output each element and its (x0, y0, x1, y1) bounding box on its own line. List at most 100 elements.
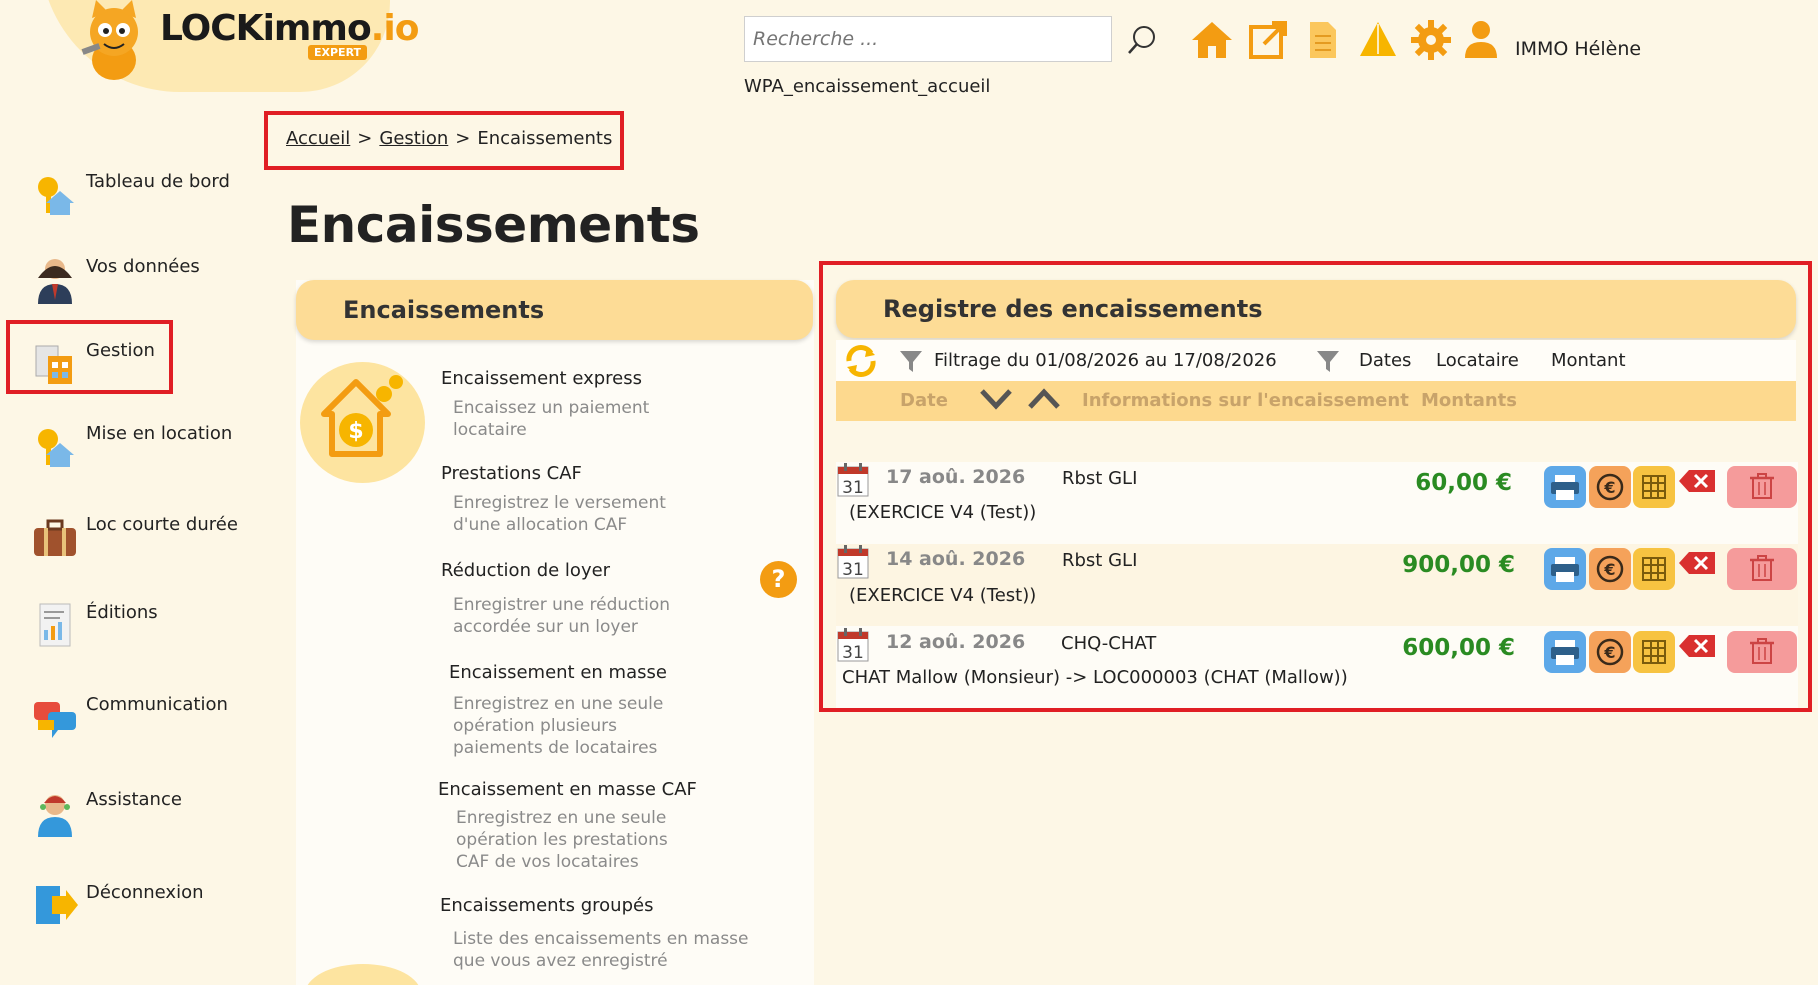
brand-name[interactable]: LOCKimmo.io (160, 8, 419, 49)
register-panel-header: Registre des encaissements (836, 280, 1796, 338)
menu-item-desc: Encaissez un paiement locataire (453, 398, 650, 440)
delete-button[interactable] (1727, 466, 1797, 508)
menu-item-desc: Enregistrer une réduction accordée sur u… (453, 595, 671, 637)
print-button[interactable] (1544, 548, 1586, 590)
filter-dates[interactable]: Dates (1359, 350, 1411, 371)
menu-item-bulk-caf[interactable]: Encaissement en masse CAF (438, 779, 697, 800)
grid-button[interactable] (1633, 466, 1675, 508)
grid-button[interactable] (1633, 631, 1675, 673)
trash-icon (1750, 473, 1774, 499)
sidebar-item-label: Éditions (86, 602, 158, 623)
sidebar-item-short-term[interactable]: Loc courte durée (26, 508, 256, 568)
sidebar-item-editions[interactable]: Éditions (26, 596, 256, 656)
menu-item-express[interactable]: Encaissement express (441, 368, 642, 389)
printer-icon (1551, 640, 1579, 665)
svg-text:31: 31 (842, 560, 864, 579)
grid-icon (1642, 475, 1666, 499)
search-input[interactable] (744, 16, 1112, 62)
sidebar-item-dashboard[interactable]: Tableau de bord (26, 165, 256, 225)
sidebar-item-logout[interactable]: Déconnexion (26, 876, 256, 936)
breadcrumb: Accueil > Gestion > Encaissements (286, 128, 612, 149)
row-amount: 900,00 € (1402, 552, 1515, 578)
calendar-icon: 31 (837, 545, 869, 579)
menu-item-grouped[interactable]: Encaissements groupés (440, 895, 653, 916)
column-amount: Montants (1421, 390, 1517, 411)
sidebar-item-your-data[interactable]: Vos données (26, 250, 256, 310)
cancel-button[interactable] (1677, 468, 1717, 494)
user-icon (38, 259, 72, 304)
menu-item-caf[interactable]: Prestations CAF (441, 463, 582, 484)
filter-icon[interactable] (898, 348, 924, 374)
panel-title: Encaissements (343, 296, 545, 324)
grid-icon (1642, 640, 1666, 664)
row-description: (EXERCICE V4 (Test)) (849, 502, 1037, 523)
delete-button[interactable] (1727, 631, 1797, 673)
sidebar-item-gestion[interactable]: Gestion (26, 334, 256, 394)
printer-icon (1551, 475, 1579, 500)
document-icon[interactable] (1300, 18, 1344, 62)
encaissements-panel-header: Encaissements (296, 280, 813, 340)
row-amount: 600,00 € (1402, 635, 1515, 661)
help-button[interactable]: ? (760, 561, 797, 598)
print-button[interactable] (1544, 466, 1586, 508)
external-link-icon[interactable] (1246, 18, 1290, 62)
print-button[interactable] (1544, 631, 1586, 673)
dashboard-icon (38, 177, 74, 215)
sidebar-item-support[interactable]: Assistance (26, 783, 256, 843)
receipt-button[interactable]: € (1589, 631, 1631, 673)
page-title: Encaissements (287, 196, 700, 254)
alert-icon[interactable] (1356, 18, 1400, 62)
sidebar-item-label: Tableau de bord (86, 171, 230, 192)
filter-icon[interactable] (1315, 348, 1341, 374)
sidebar-item-communication[interactable]: Communication (26, 688, 256, 748)
row-date: 12 aoû. 2026 (886, 631, 1026, 653)
menu-item-rent-reduction[interactable]: Réduction de loyer (441, 560, 610, 581)
calendar-icon: 31 (837, 628, 869, 662)
row-amount: 60,00 € (1415, 470, 1512, 496)
row-label: Rbst GLI (1062, 550, 1138, 571)
sidebar-item-label: Vos données (86, 256, 200, 277)
home-icon[interactable] (1190, 18, 1234, 62)
menu-item-desc: Enregistrez en une seule opération plusi… (453, 694, 664, 758)
search-icon[interactable] (1124, 22, 1160, 58)
delete-button[interactable] (1727, 548, 1797, 590)
svg-text:€: € (1603, 560, 1615, 579)
calendar-icon: 31 (837, 463, 869, 497)
filter-amount[interactable]: Montant (1551, 350, 1626, 371)
gear-icon[interactable] (1409, 18, 1453, 62)
brand-badge: EXPERT (308, 45, 368, 60)
sort-ascending-icon[interactable] (1026, 386, 1062, 412)
sort-descending-icon[interactable] (978, 386, 1014, 412)
filter-tenant[interactable]: Locataire (1436, 350, 1519, 371)
svg-text:€: € (1603, 643, 1615, 662)
report-icon (39, 603, 71, 647)
user-name[interactable]: IMMO Hélène (1515, 38, 1641, 60)
menu-item-desc: Liste des encaissements en masse que vou… (453, 929, 749, 971)
cat-logo-icon (81, 0, 138, 80)
cancel-button[interactable] (1677, 633, 1717, 659)
clear-icon (1679, 470, 1715, 492)
refresh-icon[interactable] (843, 343, 879, 379)
printer-icon (1551, 557, 1579, 582)
trash-icon (1750, 638, 1774, 664)
breadcrumb-separator: > (455, 128, 471, 149)
clear-icon (1679, 552, 1715, 574)
column-date[interactable]: Date (900, 390, 948, 411)
trash-icon (1750, 555, 1774, 581)
receipt-button[interactable]: € (1589, 548, 1631, 590)
support-icon (38, 795, 72, 837)
page-code: WPA_encaissement_accueil (744, 76, 991, 97)
breadcrumb-home-link[interactable]: Accueil (286, 128, 350, 149)
cancel-button[interactable] (1677, 550, 1717, 576)
breadcrumb-section-link[interactable]: Gestion (379, 128, 448, 149)
row-date: 17 aoû. 2026 (886, 466, 1026, 488)
sidebar-item-label: Gestion (86, 340, 155, 361)
user-icon[interactable] (1459, 18, 1503, 62)
menu-item-bulk[interactable]: Encaissement en masse (449, 662, 667, 683)
row-description: CHAT Mallow (Monsieur) -> LOC000003 (CHA… (842, 667, 1348, 688)
sidebar-item-rental[interactable]: Mise en location (26, 417, 256, 477)
receipt-button[interactable]: € (1589, 466, 1631, 508)
sidebar-item-label: Loc courte durée (86, 514, 238, 535)
chat-icon (34, 702, 76, 738)
grid-button[interactable] (1633, 548, 1675, 590)
